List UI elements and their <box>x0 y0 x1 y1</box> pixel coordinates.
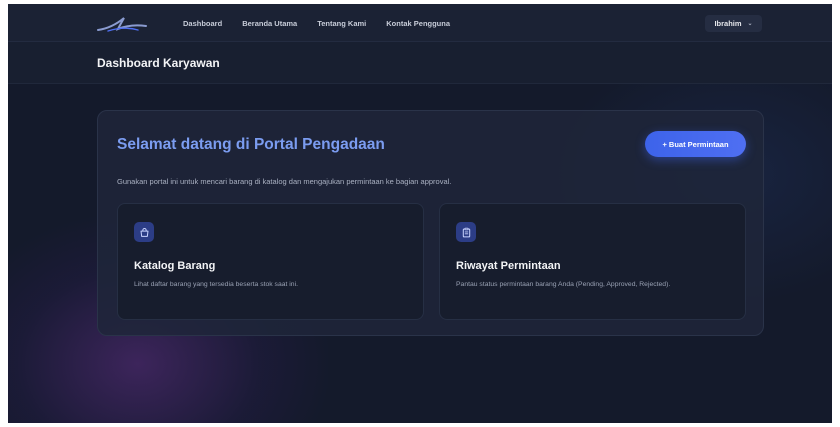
nav-links: Dashboard Beranda Utama Tentang Kami Kon… <box>183 4 450 42</box>
shopping-bag-icon <box>134 222 154 242</box>
create-request-button[interactable]: + Buat Permintaan <box>645 131 746 157</box>
page-header: Dashboard Karyawan <box>8 42 832 84</box>
welcome-title: Selamat datang di Portal Pengadaan <box>117 136 385 153</box>
top-navbar: Dashboard Beranda Utama Tentang Kami Kon… <box>8 4 832 42</box>
user-name: Ibrahim <box>714 19 742 28</box>
app-window: Dashboard Beranda Utama Tentang Kami Kon… <box>8 4 832 423</box>
welcome-card: Selamat datang di Portal Pengadaan + Bua… <box>97 110 764 336</box>
company-logo[interactable] <box>94 12 150 34</box>
chevron-down-icon: ⌄ <box>747 21 753 27</box>
feature-title: Riwayat Permintaan <box>456 260 561 272</box>
nav-link-beranda-utama[interactable]: Beranda Utama <box>242 19 297 28</box>
feature-card-riwayat-permintaan[interactable]: Riwayat Permintaan Pantau status permint… <box>439 203 746 320</box>
feature-description: Lihat daftar barang yang tersedia besert… <box>134 281 298 288</box>
feature-title: Katalog Barang <box>134 260 216 272</box>
nav-link-kontak-pengguna[interactable]: Kontak Pengguna <box>386 19 450 28</box>
nav-link-dashboard[interactable]: Dashboard <box>183 19 222 28</box>
welcome-description: Gunakan portal ini untuk mencari barang … <box>117 177 452 186</box>
feature-card-katalog-barang[interactable]: Katalog Barang Lihat daftar barang yang … <box>117 203 424 320</box>
page-title: Dashboard Karyawan <box>97 56 220 70</box>
nav-link-tentang-kami[interactable]: Tentang Kami <box>317 19 366 28</box>
user-menu-button[interactable]: Ibrahim ⌄ <box>705 15 762 32</box>
clipboard-icon <box>456 222 476 242</box>
feature-description: Pantau status permintaan barang Anda (Pe… <box>456 281 671 288</box>
